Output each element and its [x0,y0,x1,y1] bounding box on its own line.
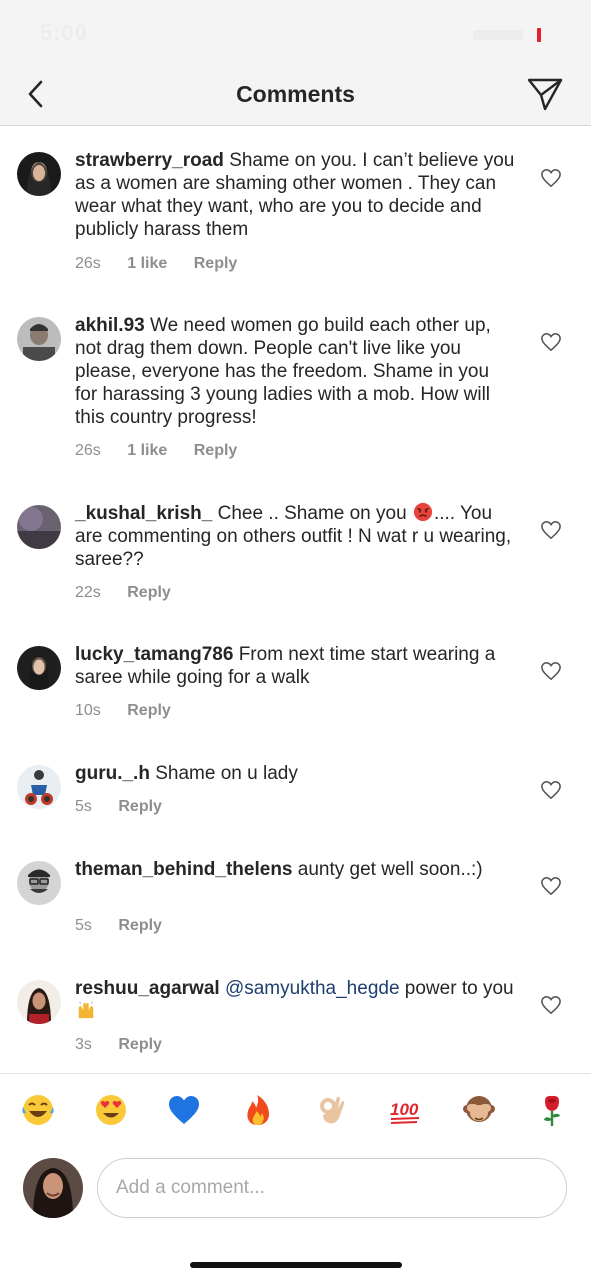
svg-text:100: 100 [390,1100,419,1119]
heart-icon[interactable] [540,168,562,188]
comment-body: reshuu_agarwal @samyuktha_hegde power to… [75,977,515,1023]
comment-username[interactable]: guru._.h [75,763,150,784]
comment-username[interactable]: theman_behind_thelens [75,859,293,880]
ok-hand-icon [320,1096,345,1124]
comment-body: _kushal_krish_ Chee .. Shame on you ....… [75,502,515,571]
comment-body: strawberry_road Shame on you. I can’t be… [75,149,515,241]
emoji-button[interactable] [459,1090,499,1130]
reply-button[interactable]: Reply [194,255,238,272]
heart-icon[interactable] [540,995,562,1015]
nav-bar: Comments [0,66,591,126]
comment-time: 26s [75,255,101,272]
comment-time: 5s [75,798,92,815]
signal-wifi-icon [473,30,523,40]
comment-time: 10s [75,702,101,719]
avatar[interactable] [17,861,61,905]
comment-body: guru._.h Shame on u lady [75,762,515,785]
blue-heart-icon [169,1096,199,1124]
comment-username[interactable]: strawberry_road [75,150,224,171]
reply-button[interactable]: Reply [118,798,162,815]
fire-icon [247,1095,269,1125]
current-user-avatar [23,1158,83,1218]
status-indicators [471,28,541,42]
reply-button[interactable]: Reply [127,584,171,601]
emoji-button[interactable] [18,1090,58,1130]
comment-meta: 5s Reply [75,917,184,935]
paper-plane-icon [527,78,563,111]
home-indicator[interactable] [190,1262,402,1268]
heart-icon[interactable] [540,876,562,896]
reply-button[interactable]: Reply [127,702,171,719]
page-title: Comments [236,81,355,107]
comment-meta: 5s Reply [75,798,184,816]
avatar[interactable] [17,152,61,196]
comment-username[interactable]: _kushal_krish_ [75,503,212,524]
emoji-button[interactable] [312,1090,352,1130]
emoji-button[interactable] [238,1090,278,1130]
emoji-button[interactable]: 100 [385,1090,425,1130]
comment-time: 5s [75,917,92,934]
avatar[interactable] [17,646,61,690]
comment-body: theman_behind_thelens aunty get well soo… [75,858,515,881]
battery-icon [537,28,541,42]
comment-meta: 22s Reply [75,584,193,602]
heart-icon[interactable] [540,332,562,352]
comment-body: akhil.93 We need women go build each oth… [75,314,515,429]
reply-button[interactable]: Reply [194,442,238,459]
comment-mention[interactable]: @samyuktha_hegde [225,978,400,999]
avatar[interactable] [17,765,61,809]
emoji-button[interactable] [164,1090,204,1130]
comment-username[interactable]: lucky_tamang786 [75,644,233,665]
comment-meta: 3s Reply [75,1036,184,1054]
comment-input[interactable] [97,1158,567,1218]
composer-divider [0,1073,591,1074]
comment-username[interactable]: reshuu_agarwal [75,978,220,999]
heart-icon[interactable] [540,520,562,540]
heart-icon[interactable] [540,661,562,681]
comment-meta: 26s 1 like Reply [75,255,259,273]
comment-text-before: Chee .. Shame on you [217,503,407,524]
heart-icon[interactable] [540,780,562,800]
comment-meta: 26s 1 like Reply [75,442,259,460]
comment-text: power to you [404,978,514,999]
comment-likes[interactable]: 1 like [127,442,167,459]
avatar[interactable] [17,505,61,549]
status-time: 5:00 [40,20,89,45]
emoji-button[interactable] [532,1090,572,1130]
reply-button[interactable]: Reply [118,1036,162,1053]
share-button[interactable] [525,76,565,112]
raising-hands-icon [78,1001,94,1019]
comment-time: 22s [75,584,101,601]
comment-body: lucky_tamang786 From next time start wea… [75,643,515,689]
angry-face-icon [413,502,433,522]
avatar[interactable] [17,317,61,361]
comment-time: 26s [75,442,101,459]
emoji-quick-bar: 100 [0,1090,591,1134]
hundred-points-icon: 100 [390,1100,420,1124]
avatar[interactable] [17,980,61,1024]
comment-likes[interactable]: 1 like [127,255,167,272]
comment-text: Shame on u lady [155,763,298,784]
comment-time: 3s [75,1036,92,1053]
see-no-evil-monkey-icon [463,1096,495,1122]
face-with-tears-of-joy-icon [22,1095,54,1125]
comment-meta: 10s Reply [75,702,193,720]
emoji-button[interactable] [91,1090,131,1130]
reply-button[interactable]: Reply [118,917,162,934]
comment-username[interactable]: akhil.93 [75,315,145,336]
status-bar: 5:00 [0,0,591,66]
smiling-face-with-heart-eyes-icon [96,1095,126,1125]
rose-icon [544,1095,560,1126]
comment-text: aunty get well soon..:) [297,859,483,880]
